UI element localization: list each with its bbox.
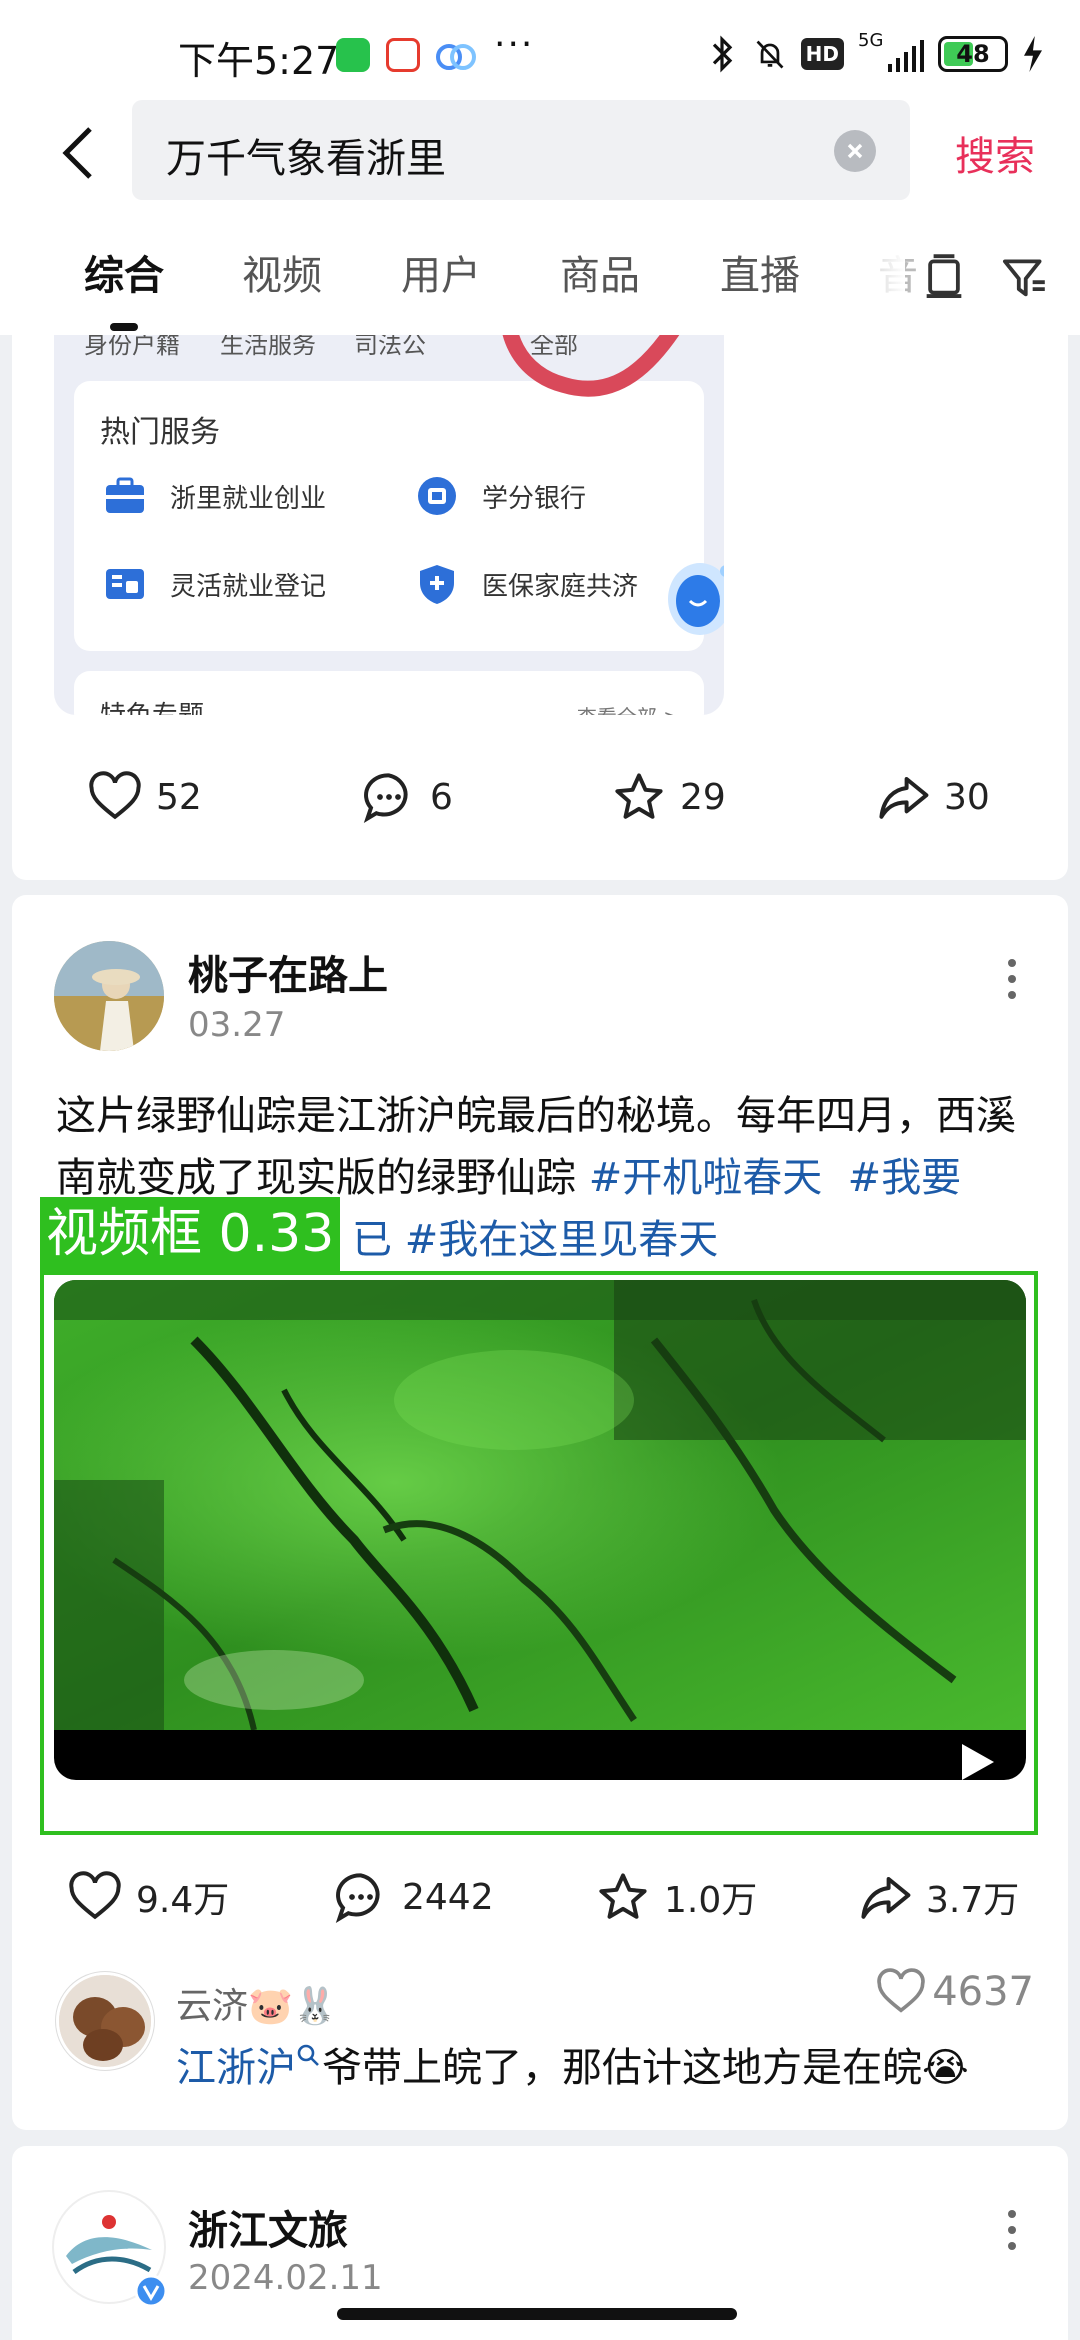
clear-search-button[interactable]	[834, 130, 876, 172]
post-card[interactable]: 桃子在路上 03.27 这片绿野仙踪是江浙沪皖最后的秘境。每年四月，西溪南就变成…	[12, 895, 1068, 2130]
like-button[interactable]: 9.4万	[68, 1870, 229, 1924]
briefcase-icon	[106, 477, 144, 513]
charging-icon	[1024, 36, 1042, 72]
author-name[interactable]: 桃子在路上	[188, 943, 388, 1001]
play-icon[interactable]	[954, 1740, 998, 1780]
tab-comprehensive[interactable]: 综合	[84, 243, 164, 301]
comment-icon	[335, 1873, 380, 1924]
hashtag[interactable]: #开机啦春天	[589, 1155, 823, 1201]
more-options-button[interactable]	[992, 949, 1032, 1009]
heart-icon	[89, 771, 141, 820]
commenter-avatar[interactable]	[56, 1972, 154, 2070]
author-avatar[interactable]	[54, 941, 164, 1051]
shield-plus-icon	[420, 565, 454, 604]
wechat-app-icon	[336, 38, 370, 72]
home-indicator[interactable]	[337, 2308, 737, 2320]
search-query[interactable]: 万千气象看浙里	[166, 126, 446, 184]
heart-icon	[69, 1871, 121, 1920]
heart-icon	[877, 1968, 925, 2013]
verified-badge-icon	[134, 2274, 168, 2308]
post-date: 03.27	[188, 1005, 286, 1045]
hd-badge: HD	[800, 38, 844, 70]
search-button[interactable]: 搜索	[955, 124, 1035, 182]
star-icon	[615, 773, 663, 819]
video-player[interactable]	[54, 1280, 1026, 1780]
chevron-left-icon	[62, 127, 92, 179]
search-icon	[297, 2044, 319, 2066]
more-options-button[interactable]	[992, 2200, 1032, 2260]
search-input[interactable]: 万千气象看浙里	[132, 100, 910, 200]
share-icon	[879, 777, 929, 819]
share-button[interactable]: 3.7万	[858, 1870, 1019, 1924]
registration-icon	[106, 569, 144, 599]
like-button[interactable]: 52	[88, 770, 202, 824]
ai-assistant-icon	[668, 563, 724, 635]
tab-video[interactable]: 视频	[242, 243, 322, 301]
credit-bank-icon	[418, 477, 456, 515]
hashtag[interactable]: #我要	[848, 1155, 962, 1201]
tab-live[interactable]: 直播	[720, 243, 800, 301]
author-name[interactable]: 浙江文旅	[188, 2198, 348, 2256]
comment-button[interactable]: 6	[362, 770, 453, 824]
share-icon	[861, 1877, 911, 1919]
comment-icon	[363, 773, 408, 824]
annotation-circle	[502, 335, 680, 397]
hashtag[interactable]: #我在这里见春天	[405, 1217, 719, 1263]
cloud-app-icon	[436, 38, 476, 72]
tab-products[interactable]: 商品	[560, 243, 640, 301]
share-button[interactable]: 30	[876, 770, 990, 824]
comment-button[interactable]: 2442	[334, 1870, 494, 1924]
post-date: 2024.02.11	[188, 2258, 383, 2298]
comment-like-button[interactable]: 4637	[876, 1967, 1034, 2017]
search-header: 万千气象看浙里 搜索	[0, 100, 1080, 215]
back-button[interactable]	[48, 118, 108, 188]
search-tabs: 综合 视频 用户 商品 直播 音	[0, 215, 1080, 335]
star-icon	[599, 1873, 647, 1919]
status-bar: 下午5:27 ··· HD 5G 48	[0, 0, 1080, 100]
active-tab-indicator	[110, 323, 138, 331]
58-app-icon	[386, 38, 420, 72]
video-thumbnail	[54, 1280, 1026, 1730]
bluetooth-icon	[712, 35, 732, 73]
post-card[interactable]: 身份户籍 生活服务 司法公 全部 热门服务 浙里就业创业 学分银行 灵活就业登记…	[12, 335, 1068, 880]
post-actions: 52 6 29 30	[12, 770, 1068, 830]
signal-strength-icon: 5G	[858, 30, 924, 72]
close-icon	[847, 143, 863, 159]
favorite-button[interactable]: 29	[612, 770, 726, 824]
post-actions: 9.4万 2442 1.0万 3.7万	[12, 1870, 1068, 1930]
comment-text[interactable]: 江浙沪 爷带上皖了，那估计这地方是在皖😭	[176, 2035, 969, 2093]
status-indicators: HD 5G 48	[705, 30, 1044, 74]
tab-users[interactable]: 用户	[401, 243, 481, 301]
commenter-name[interactable]: 云济🐷🐰	[176, 1977, 338, 2029]
battery-icon: 48	[938, 36, 1008, 72]
comment-link[interactable]: 江浙沪	[176, 2045, 296, 2091]
favorite-button[interactable]: 1.0万	[596, 1870, 757, 1924]
detection-label: 视频框 0.33	[40, 1197, 341, 1271]
layout-toggle-icon[interactable]	[918, 251, 970, 303]
status-time: 下午5:27	[178, 39, 340, 83]
more-notifications-icon: ···	[494, 24, 535, 65]
bell-muted-icon	[756, 40, 784, 69]
filter-icon[interactable]	[998, 251, 1050, 303]
